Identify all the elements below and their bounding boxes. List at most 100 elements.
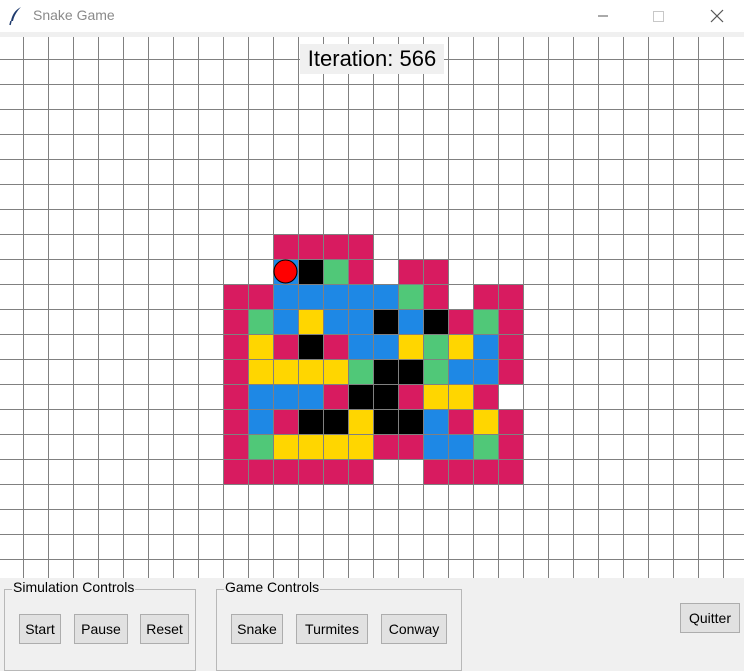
grid-cell [223, 359, 248, 384]
grid-cell [298, 409, 323, 434]
iteration-counter: Iteration: 566 [300, 44, 444, 74]
grid-cell [323, 334, 348, 359]
pause-button[interactable]: Pause [74, 614, 128, 644]
grid-cell [398, 284, 423, 309]
grid-cell [498, 284, 523, 309]
grid-cell [273, 409, 298, 434]
grid-cell [273, 234, 298, 259]
grid-cell [373, 359, 398, 384]
grid-cell [298, 459, 323, 484]
snake-button[interactable]: Snake [231, 614, 283, 644]
grid-cell [223, 384, 248, 409]
grid-cell [223, 459, 248, 484]
grid-cell [373, 284, 398, 309]
grid-cell [498, 334, 523, 359]
grid-cell [223, 284, 248, 309]
grid-cell [248, 284, 273, 309]
grid-cell [323, 259, 348, 284]
grid-cell [248, 409, 273, 434]
grid-cell [448, 309, 473, 334]
grid-cell [373, 409, 398, 434]
grid-cell [398, 409, 423, 434]
grid-cell [248, 434, 273, 459]
grid-cell [473, 384, 498, 409]
snake-head [273, 259, 298, 284]
grid-cell [323, 359, 348, 384]
grid-cell [248, 459, 273, 484]
grid-cell [323, 234, 348, 259]
game-controls-title: Game Controls [224, 579, 321, 595]
grid-cell [248, 334, 273, 359]
grid-cell [298, 359, 323, 384]
grid-cell [348, 459, 373, 484]
grid-cell [373, 334, 398, 359]
grid-cell [398, 259, 423, 284]
grid-cell [473, 459, 498, 484]
grid-cell [498, 434, 523, 459]
grid-cell [223, 409, 248, 434]
grid-cell [373, 434, 398, 459]
reset-button[interactable]: Reset [140, 614, 189, 644]
grid-cell [273, 434, 298, 459]
grid-cell [423, 409, 448, 434]
grid-cell [223, 434, 248, 459]
grid-cell [298, 259, 323, 284]
grid-cell [348, 334, 373, 359]
grid-cell [448, 434, 473, 459]
close-button[interactable] [693, 0, 739, 32]
grid-cell [323, 284, 348, 309]
minimize-button[interactable] [580, 0, 626, 32]
maximize-button[interactable] [635, 0, 681, 32]
conway-button[interactable]: Conway [381, 614, 447, 644]
turmites-button[interactable]: Turmites [296, 614, 368, 644]
grid-cell [298, 384, 323, 409]
simulation-controls-title: Simulation Controls [12, 579, 136, 595]
grid-cell [473, 284, 498, 309]
grid-cell [398, 359, 423, 384]
grid-cell [323, 434, 348, 459]
grid-cell [273, 359, 298, 384]
grid-cell [423, 284, 448, 309]
grid-cell [298, 309, 323, 334]
grid-cell [423, 434, 448, 459]
grid-cell [323, 309, 348, 334]
grid-cell [248, 384, 273, 409]
grid-cell [248, 309, 273, 334]
quit-button[interactable]: Quitter [680, 603, 740, 633]
minimize-icon [598, 15, 608, 17]
grid-cell [248, 359, 273, 384]
grid-cell [348, 234, 373, 259]
game-controls-group: Game Controls Snake Turmites Conway [216, 579, 462, 671]
grid-cell [423, 259, 448, 284]
grid-cell [323, 459, 348, 484]
grid-cell [398, 434, 423, 459]
grid-cell [223, 309, 248, 334]
grid-cell [398, 309, 423, 334]
grid-cell [473, 334, 498, 359]
feather-icon [9, 7, 21, 26]
grid-cell [273, 284, 298, 309]
maximize-icon [653, 11, 664, 22]
grid-cell [473, 409, 498, 434]
title-bar: Snake Game [0, 0, 744, 32]
grid-cell [348, 259, 373, 284]
grid-cell [298, 284, 323, 309]
grid-cell [223, 334, 248, 359]
grid-cell [273, 309, 298, 334]
game-canvas[interactable] [0, 37, 744, 578]
grid-cell [323, 409, 348, 434]
simulation-controls-group: Simulation Controls Start Pause Reset [4, 579, 196, 671]
grid-cell [498, 459, 523, 484]
grid-cell [273, 334, 298, 359]
grid-cell [473, 434, 498, 459]
grid-cell [448, 384, 473, 409]
grid-cell [473, 359, 498, 384]
grid-cell [348, 359, 373, 384]
grid-cell [448, 334, 473, 359]
grid-cell [348, 384, 373, 409]
grid-cell [498, 359, 523, 384]
start-button[interactable]: Start [19, 614, 61, 644]
grid-cell [348, 434, 373, 459]
grid-cell [448, 359, 473, 384]
grid-cell [423, 309, 448, 334]
